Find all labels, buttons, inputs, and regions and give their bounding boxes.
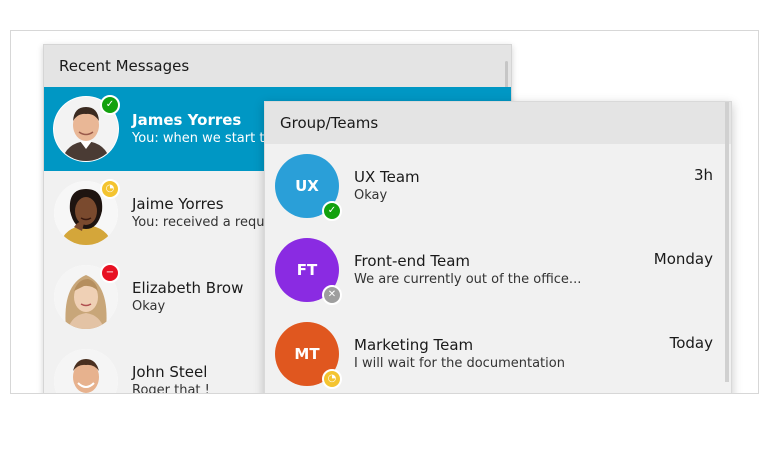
check-icon: ✓ [327,205,337,216]
clock-icon: ◔ [327,373,337,384]
check-icon: ✓ [105,99,115,110]
demo-frame: Recent Messages ✓ James Yorres You: when… [10,30,759,394]
contact-name: Jaime Yorres [132,195,224,213]
status-offline-badge: ✕ [322,285,342,305]
recent-messages-header: Recent Messages [44,45,511,87]
message-preview: I will wait for the documentation [354,356,565,371]
avatar [54,349,118,393]
recent-messages-title: Recent Messages [59,57,190,75]
minus-icon: − [105,267,115,278]
avatar: ✓ [54,95,120,161]
x-icon: ✕ [327,289,337,300]
message-time: 3h [693,166,713,184]
clock-icon: ◔ [105,183,115,194]
message-preview: Okay [132,299,166,314]
team-initials: FT [296,261,318,279]
group-teams-header: Group/Teams [265,102,731,144]
message-preview: Roger that ! [132,383,210,394]
group-item-ux-team[interactable]: UX ✓ UX Team Okay 3h [265,144,731,228]
contact-name: James Yorres [132,111,242,129]
avatar: − [54,263,120,329]
group-item-front-end-team[interactable]: FT ✕ Front-end Team We are currently out… [265,228,731,312]
person-photo-icon [54,349,118,393]
group-teams-panel: Group/Teams UX ✓ UX Team Okay 3h FT ✕ Fr… [264,101,732,393]
message-time: Today [669,334,713,352]
group-item-marketing-team[interactable]: MT ◔ Marketing Team I will wait for the … [265,312,731,393]
status-available-badge: ✓ [322,201,342,221]
team-avatar: UX ✓ [275,154,342,221]
status-away-badge: ◔ [322,369,342,389]
message-preview: You: received a reque [132,215,273,230]
team-name: UX Team [354,168,420,186]
message-time: Monday [653,250,713,268]
team-avatar: FT ✕ [275,238,342,305]
message-preview: Okay [354,188,388,203]
avatar: ◔ [54,179,120,245]
contact-name: John Steel [132,363,208,381]
group-teams-title: Group/Teams [280,114,379,132]
message-preview: You: when we start the [132,131,281,146]
status-available-badge: ✓ [100,95,120,115]
team-avatar: MT ◔ [275,322,342,389]
message-preview: We are currently out of the office... [354,272,582,287]
status-away-badge: ◔ [100,179,120,199]
contact-name: Elizabeth Brow [132,279,244,297]
status-busy-badge: − [100,263,120,283]
team-initials: UX [295,177,319,195]
team-initials: MT [294,345,320,363]
